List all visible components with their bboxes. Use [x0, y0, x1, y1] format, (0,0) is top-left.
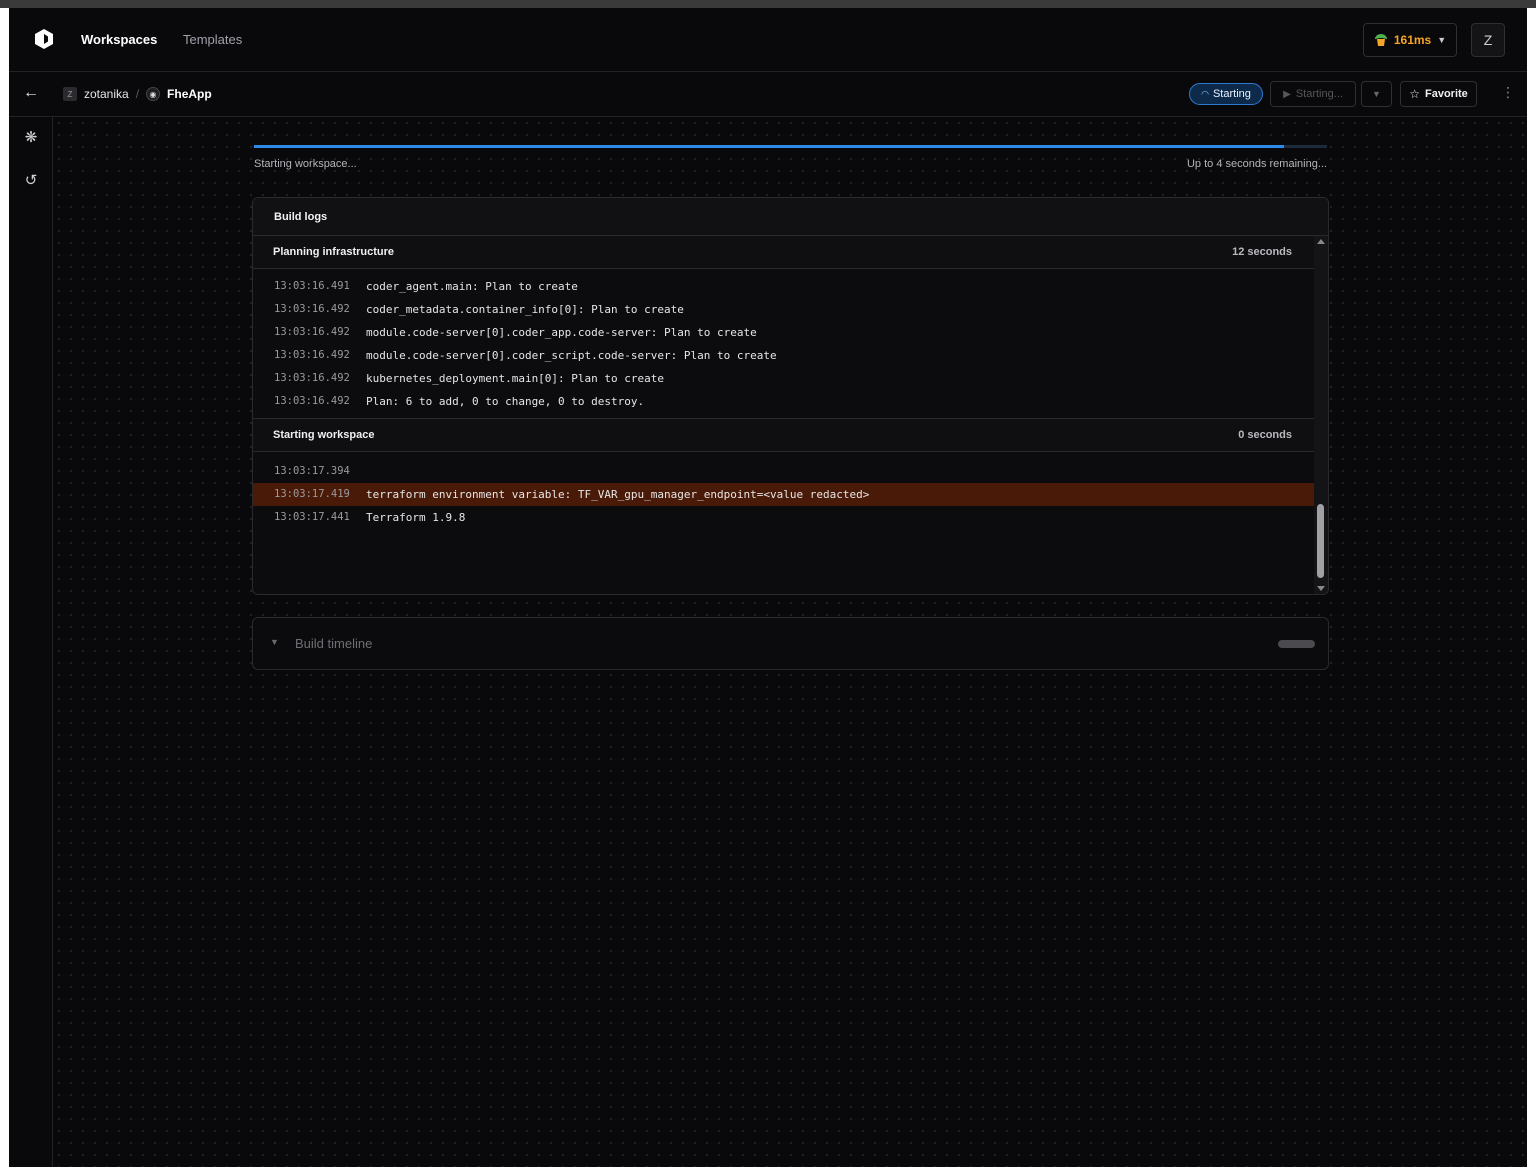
- scroll-up-arrow-icon[interactable]: [1317, 239, 1325, 244]
- favorite-button-label: Favorite: [1424, 88, 1468, 100]
- log-line: 13:03:17.394: [253, 460, 1314, 483]
- log-line: 13:03:16.492 module.code-server[0].coder…: [253, 321, 1314, 344]
- top-nav: Workspaces Templates 161ms ▼ Z: [9, 8, 1527, 72]
- logs-scrollbar[interactable]: [1314, 236, 1328, 594]
- log-message: module.code-server[0].coder_script.code-…: [366, 349, 777, 362]
- log-message: coder_agent.main: Plan to create: [366, 280, 578, 293]
- stage-name: Planning infrastructure: [273, 246, 395, 258]
- main-content: Starting workspace... Up to 4 seconds re…: [53, 117, 1527, 1167]
- build-logs-panel: Build logs Planning infrastructure 12 se…: [252, 197, 1329, 595]
- log-timestamp: 13:03:16.492: [274, 372, 350, 384]
- workspace-icon: ◉: [146, 87, 161, 101]
- log-line: 13:03:16.491 coder_agent.main: Plan to c…: [253, 275, 1314, 298]
- tree-icon: [1374, 34, 1387, 46]
- latency-value: 161ms: [1393, 33, 1432, 47]
- app-root: Workspaces Templates 161ms ▼ Z ← Z zotan…: [9, 8, 1527, 1167]
- history-icon[interactable]: ↺: [22, 172, 40, 190]
- status-badge: ◠ Starting: [1189, 83, 1263, 105]
- build-progress-fill: [254, 145, 1285, 148]
- log-line-warning: 13:03:17.419 terraform environment varia…: [253, 483, 1314, 506]
- build-logs-scroll[interactable]: Planning infrastructure 12 seconds 13:03…: [253, 236, 1314, 594]
- build-logs-title: Build logs: [253, 198, 1328, 236]
- status-text: Starting: [1212, 88, 1251, 100]
- stage-header: Starting workspace 0 seconds: [253, 418, 1314, 452]
- side-rail: ❋ ↺: [9, 117, 53, 1167]
- log-timestamp: 13:03:17.394: [274, 465, 350, 477]
- log-timestamp: 13:03:17.441: [274, 511, 350, 523]
- log-line: 13:03:16.492 kubernetes_deployment.main[…: [253, 367, 1314, 390]
- log-line: 13:03:17.441 Terraform 1.9.8: [253, 506, 1314, 529]
- breadcrumb-workspace[interactable]: FheApp: [167, 87, 212, 101]
- build-timeline-label: Build timeline: [295, 636, 373, 651]
- window-top-strip: [0, 0, 1536, 8]
- play-icon: ▶: [1283, 88, 1291, 100]
- log-line: 13:03:16.492 module.code-server[0].coder…: [253, 344, 1314, 367]
- spinner-icon: ◠: [1201, 88, 1209, 99]
- log-message: Plan: 6 to add, 0 to change, 0 to destro…: [366, 395, 645, 408]
- starting-button-label: Starting...: [1295, 88, 1343, 100]
- chevron-down-icon: ▼: [270, 637, 279, 647]
- breadcrumb-separator: /: [135, 87, 140, 101]
- arrow-left-icon[interactable]: ←: [23, 85, 39, 101]
- log-message: module.code-server[0].coder_app.code-ser…: [366, 326, 757, 339]
- starting-button[interactable]: ▶ Starting...: [1270, 81, 1356, 107]
- nav-workspaces[interactable]: Workspaces: [81, 32, 157, 48]
- log-line: 13:03:16.492 coder_metadata.container_in…: [253, 298, 1314, 321]
- timeline-loading-pill: [1278, 640, 1315, 648]
- stage-duration: 12 seconds: [1232, 246, 1292, 258]
- star-icon: ☆: [1409, 87, 1420, 101]
- graph-icon[interactable]: ❋: [22, 129, 40, 147]
- chevron-down-icon: ▼: [1372, 89, 1381, 99]
- stage-name: Starting workspace: [273, 429, 375, 441]
- scrollbar-thumb[interactable]: [1317, 504, 1324, 578]
- progress-label: Starting workspace...: [254, 158, 357, 170]
- kebab-icon[interactable]: ⋮: [1501, 85, 1515, 99]
- coder-logo-icon[interactable]: [33, 28, 55, 50]
- scroll-down-arrow-icon[interactable]: [1317, 586, 1325, 591]
- log-timestamp: 13:03:16.492: [274, 349, 350, 361]
- log-timestamp: 13:03:16.492: [274, 395, 350, 407]
- user-avatar-button[interactable]: Z: [1471, 23, 1505, 57]
- build-timeline-panel[interactable]: ▼ Build timeline: [252, 617, 1329, 670]
- stage-header: Planning infrastructure 12 seconds: [253, 236, 1314, 269]
- owner-avatar: Z: [63, 87, 77, 101]
- log-message: terraform environment variable: TF_VAR_g…: [366, 488, 870, 501]
- stage-duration: 0 seconds: [1238, 429, 1292, 441]
- log-timestamp: 13:03:17.419: [274, 488, 350, 500]
- workspace-topbar: ← Z zotanika / ◉ FheApp ◠ Starting ▶ Sta…: [9, 72, 1527, 117]
- log-line: 13:03:16.492 Plan: 6 to add, 0 to change…: [253, 390, 1314, 413]
- log-message: coder_metadata.container_info[0]: Plan t…: [366, 303, 684, 316]
- log-timestamp: 13:03:16.492: [274, 326, 350, 338]
- log-message: Terraform 1.9.8: [366, 511, 466, 524]
- chevron-down-icon: ▼: [1437, 35, 1447, 45]
- progress-remaining: Up to 4 seconds remaining...: [1186, 158, 1327, 170]
- log-timestamp: 13:03:16.491: [274, 280, 350, 292]
- log-message: kubernetes_deployment.main[0]: Plan to c…: [366, 372, 665, 385]
- nav-templates[interactable]: Templates: [183, 32, 242, 48]
- breadcrumb: Z zotanika / ◉ FheApp: [63, 85, 212, 103]
- breadcrumb-owner[interactable]: zotanika: [84, 87, 129, 101]
- latency-button[interactable]: 161ms ▼: [1363, 23, 1457, 57]
- favorite-button[interactable]: ☆ Favorite: [1400, 81, 1477, 107]
- build-progress-bar: [254, 145, 1327, 148]
- log-timestamp: 13:03:16.492: [274, 303, 350, 315]
- actions-dropdown-button[interactable]: ▼: [1361, 81, 1392, 107]
